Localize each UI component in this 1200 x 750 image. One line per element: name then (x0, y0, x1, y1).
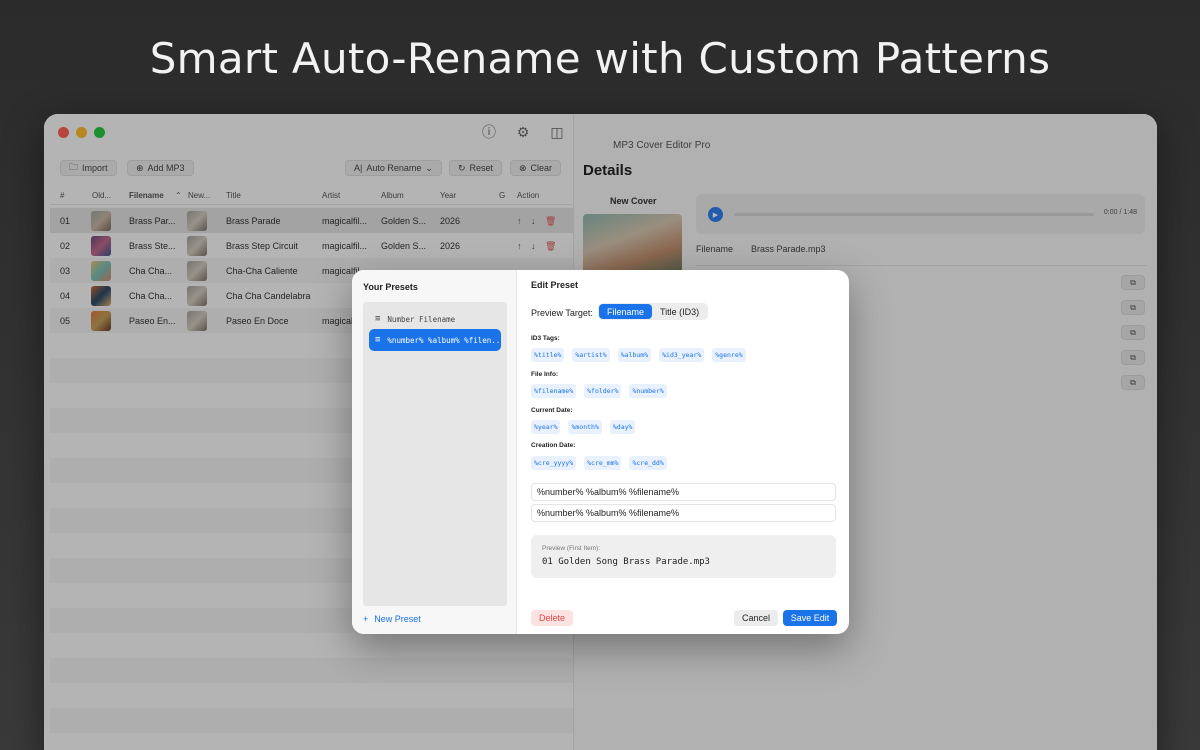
tag-chip[interactable]: %month% (568, 420, 602, 434)
save-edit-button[interactable]: Save Edit (783, 610, 837, 626)
tag-chip[interactable]: %folder% (584, 384, 622, 398)
drag-handle-icon: ≡ (375, 313, 381, 324)
tag-chip[interactable]: %day% (609, 420, 636, 434)
tag-chip[interactable]: %title% (531, 348, 565, 362)
delete-button[interactable]: Delete (531, 610, 573, 626)
tag-chip[interactable]: %album% (617, 348, 652, 362)
tag-chip[interactable]: %cre_yyyy% (531, 456, 577, 470)
preset-label: Number Filename (387, 314, 456, 324)
presets-title: Your Presets (363, 282, 418, 292)
cancel-button[interactable]: Cancel (734, 610, 778, 626)
edit-preset-title: Edit Preset (531, 280, 579, 290)
pattern-field[interactable]: %number% %album% %filename% (531, 504, 836, 522)
plus-icon: + (363, 614, 369, 624)
headline: Smart Auto-Rename with Custom Patterns (149, 34, 1051, 83)
creation-date-chips: %cre_yyyy% %cre_mm% %cre_dd% (531, 456, 667, 470)
preset-item[interactable]: ≡ Number Filename (369, 308, 501, 330)
file-info-label: File Info: (531, 371, 559, 378)
preview-box: Preview (First Item): 01 Golden Song Bra… (531, 535, 836, 578)
preset-item-selected[interactable]: ≡ %number% %album% %filen... (369, 329, 501, 351)
tag-chip[interactable]: %cre_mm% (584, 456, 622, 470)
new-preset-label: New Preset (374, 614, 421, 624)
tag-chip[interactable]: %artist% (572, 348, 610, 362)
tag-chip[interactable]: %number% (629, 384, 667, 398)
presets-sidebar: Your Presets ≡ Number Filename ≡ %number… (352, 270, 517, 634)
edit-preset-dialog: Your Presets ≡ Number Filename ≡ %number… (352, 270, 849, 634)
creation-date-label: Creation Date: (531, 442, 576, 449)
id3-tags-label: ID3 Tags: (531, 335, 560, 342)
edit-preset-panel: Edit Preset Preview Target: Filename Tit… (518, 270, 849, 634)
preview-target-label: Preview Target: (531, 308, 593, 318)
id3-tags-chips: %title% %artist% %album% %id3_year% %gen… (531, 348, 746, 362)
preset-list: ≡ Number Filename ≡ %number% %album% %fi… (363, 302, 507, 606)
preview-value: 01 Golden Song Brass Parade.mp3 (542, 557, 710, 567)
drag-handle-icon: ≡ (375, 334, 381, 345)
preset-label: %number% %album% %filen... (387, 335, 501, 345)
preview-label: Preview (First Item): (542, 545, 601, 552)
tag-chip[interactable]: %cre_dd% (629, 456, 667, 470)
tag-chip[interactable]: %genre% (712, 348, 746, 362)
tag-chip[interactable]: %filename% (531, 384, 577, 398)
target-filename-option[interactable]: Filename (599, 304, 653, 319)
target-title-option[interactable]: Title (ID3) (652, 304, 707, 319)
new-preset-button[interactable]: + New Preset (363, 614, 421, 624)
preset-name-field[interactable]: %number% %album% %filename% (531, 483, 836, 501)
current-date-label: Current Date: (531, 407, 573, 414)
tag-chip[interactable]: %id3_year% (659, 348, 705, 362)
file-info-chips: %filename% %folder% %number% (531, 384, 667, 398)
preview-target-segmented-control: Filename Title (ID3) (598, 303, 709, 320)
tag-chip[interactable]: %year% (531, 420, 561, 434)
current-date-chips: %year% %month% %day% (531, 420, 636, 434)
